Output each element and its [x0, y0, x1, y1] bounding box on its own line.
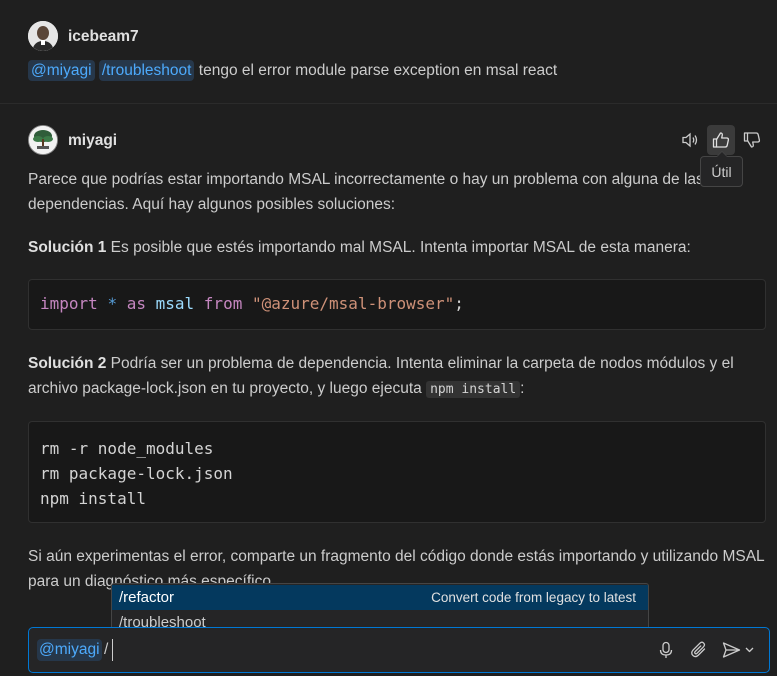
code-module-string: "@azure/msal-browser" — [251, 294, 455, 313]
solution-1: Solución 1 Es posible que estés importan… — [28, 235, 768, 260]
send-icon[interactable] — [721, 638, 757, 662]
speaker-icon[interactable] — [676, 125, 704, 155]
agent-chip[interactable]: @miyagi — [28, 60, 95, 81]
chat-input[interactable]: @miyagi / — [28, 627, 770, 673]
thumbs-down-icon[interactable] — [738, 125, 766, 155]
solution-2-end: : — [520, 380, 525, 397]
suggestion-refactor[interactable]: /refactor Convert code from legacy to la… — [112, 585, 648, 610]
request-text: @miyagi /troubleshoot tengo el error mod… — [28, 60, 558, 81]
solution-2-title: Solución 2 — [28, 355, 107, 372]
solution-1-title: Solución 1 — [28, 239, 107, 256]
code-block-import[interactable]: import * as msal from "@azure/msal-brows… — [28, 279, 766, 330]
input-agent-chip[interactable]: @miyagi — [37, 639, 102, 661]
code-line: npm install — [40, 489, 146, 508]
suggestion-description: Convert code from legacy to latest — [431, 590, 636, 605]
code-from-keyword: from — [203, 294, 243, 313]
input-value[interactable]: / — [104, 641, 108, 659]
suggestion-label: /refactor — [119, 589, 175, 606]
request-message: tengo el error module parse exception en… — [194, 62, 558, 79]
command-chip[interactable]: /troubleshoot — [98, 60, 195, 81]
bot-name: miyagi — [68, 132, 118, 149]
user-avatar — [28, 21, 58, 51]
inline-code-npm-install: npm install — [426, 381, 521, 398]
user-name: icebeam7 — [68, 28, 139, 45]
code-semicolon: ; — [454, 294, 464, 313]
code-line: rm -r node_modules — [40, 439, 214, 458]
code-identifier: msal — [155, 294, 195, 313]
text-cursor — [112, 639, 113, 661]
code-star: * — [107, 294, 118, 313]
code-as-keyword: as — [126, 294, 146, 313]
solution-2: Solución 2 Podría ser un problema de dep… — [28, 351, 768, 402]
chevron-down-icon — [745, 647, 754, 653]
solution-2-text: Podría ser un problema de dependencia. I… — [28, 355, 734, 397]
code-block-shell[interactable]: rm -r node_modules rm package-lock.json … — [28, 421, 766, 523]
code-import-keyword: import — [40, 294, 98, 313]
user-message: icebeam7 @miyagi /troubleshoot tengo el … — [0, 0, 777, 104]
helpful-tooltip: Útil — [700, 151, 743, 187]
bot-avatar — [28, 125, 58, 155]
solution-1-text: Es posible que estés importando mal MSAL… — [106, 239, 691, 256]
response-intro: Parece que podrías estar importando MSAL… — [28, 171, 704, 213]
paperclip-icon[interactable] — [687, 638, 711, 662]
code-line: rm package-lock.json — [40, 464, 233, 483]
microphone-icon[interactable] — [654, 638, 678, 662]
